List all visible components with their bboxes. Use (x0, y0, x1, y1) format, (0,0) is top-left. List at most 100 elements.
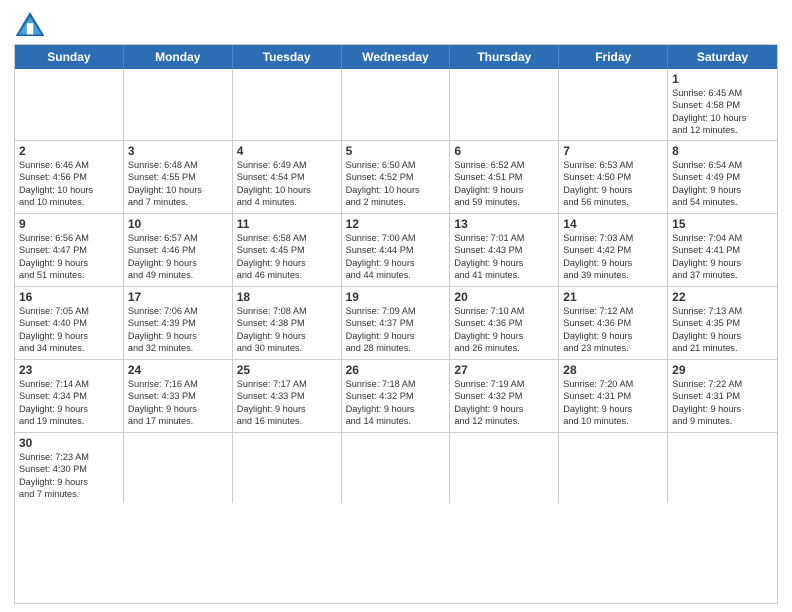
cal-cell: 25Sunrise: 7:17 AM Sunset: 4:33 PM Dayli… (233, 360, 342, 432)
header-sunday: Sunday (15, 45, 124, 69)
week-row-6: 30Sunrise: 7:23 AM Sunset: 4:30 PM Dayli… (15, 432, 777, 504)
cal-cell: 15Sunrise: 7:04 AM Sunset: 4:41 PM Dayli… (668, 214, 777, 286)
cell-info: Sunrise: 6:46 AM Sunset: 4:56 PM Dayligh… (19, 159, 119, 209)
cal-cell: 16Sunrise: 7:05 AM Sunset: 4:40 PM Dayli… (15, 287, 124, 359)
cell-info: Sunrise: 7:04 AM Sunset: 4:41 PM Dayligh… (672, 232, 773, 282)
cell-info: Sunrise: 6:52 AM Sunset: 4:51 PM Dayligh… (454, 159, 554, 209)
cell-info: Sunrise: 6:57 AM Sunset: 4:46 PM Dayligh… (128, 232, 228, 282)
cal-cell (559, 69, 668, 140)
header-friday: Friday (559, 45, 668, 69)
cal-cell: 4Sunrise: 6:49 AM Sunset: 4:54 PM Daylig… (233, 141, 342, 213)
cell-info: Sunrise: 7:10 AM Sunset: 4:36 PM Dayligh… (454, 305, 554, 355)
cell-date: 9 (19, 217, 119, 231)
week-row-2: 2Sunrise: 6:46 AM Sunset: 4:56 PM Daylig… (15, 140, 777, 213)
cell-date: 7 (563, 144, 663, 158)
cell-info: Sunrise: 7:13 AM Sunset: 4:35 PM Dayligh… (672, 305, 773, 355)
cell-info: Sunrise: 7:19 AM Sunset: 4:32 PM Dayligh… (454, 378, 554, 428)
cal-cell (559, 433, 668, 504)
cal-cell: 23Sunrise: 7:14 AM Sunset: 4:34 PM Dayli… (15, 360, 124, 432)
cal-cell: 11Sunrise: 6:58 AM Sunset: 4:45 PM Dayli… (233, 214, 342, 286)
cal-cell: 9Sunrise: 6:56 AM Sunset: 4:47 PM Daylig… (15, 214, 124, 286)
cell-info: Sunrise: 7:09 AM Sunset: 4:37 PM Dayligh… (346, 305, 446, 355)
logo-icon (14, 10, 46, 38)
cal-cell (233, 69, 342, 140)
cell-info: Sunrise: 7:16 AM Sunset: 4:33 PM Dayligh… (128, 378, 228, 428)
cell-info: Sunrise: 7:08 AM Sunset: 4:38 PM Dayligh… (237, 305, 337, 355)
cal-cell: 30Sunrise: 7:23 AM Sunset: 4:30 PM Dayli… (15, 433, 124, 504)
calendar-body: 1Sunrise: 6:45 AM Sunset: 4:58 PM Daylig… (15, 69, 777, 503)
cell-info: Sunrise: 6:48 AM Sunset: 4:55 PM Dayligh… (128, 159, 228, 209)
cell-date: 10 (128, 217, 228, 231)
cell-info: Sunrise: 6:45 AM Sunset: 4:58 PM Dayligh… (672, 87, 773, 137)
cal-cell: 17Sunrise: 7:06 AM Sunset: 4:39 PM Dayli… (124, 287, 233, 359)
cell-info: Sunrise: 6:58 AM Sunset: 4:45 PM Dayligh… (237, 232, 337, 282)
cal-cell (342, 69, 451, 140)
cal-cell: 18Sunrise: 7:08 AM Sunset: 4:38 PM Dayli… (233, 287, 342, 359)
cal-cell: 27Sunrise: 7:19 AM Sunset: 4:32 PM Dayli… (450, 360, 559, 432)
cal-cell: 8Sunrise: 6:54 AM Sunset: 4:49 PM Daylig… (668, 141, 777, 213)
cal-cell: 13Sunrise: 7:01 AM Sunset: 4:43 PM Dayli… (450, 214, 559, 286)
week-row-4: 16Sunrise: 7:05 AM Sunset: 4:40 PM Dayli… (15, 286, 777, 359)
cell-info: Sunrise: 7:05 AM Sunset: 4:40 PM Dayligh… (19, 305, 119, 355)
header-wednesday: Wednesday (342, 45, 451, 69)
cell-date: 24 (128, 363, 228, 377)
logo (14, 10, 50, 38)
cell-date: 25 (237, 363, 337, 377)
cal-cell (15, 69, 124, 140)
cell-date: 28 (563, 363, 663, 377)
cell-date: 11 (237, 217, 337, 231)
cell-date: 14 (563, 217, 663, 231)
cal-cell (342, 433, 451, 504)
cal-cell: 19Sunrise: 7:09 AM Sunset: 4:37 PM Dayli… (342, 287, 451, 359)
cell-date: 4 (237, 144, 337, 158)
cal-cell: 24Sunrise: 7:16 AM Sunset: 4:33 PM Dayli… (124, 360, 233, 432)
header-tuesday: Tuesday (233, 45, 342, 69)
cal-cell: 2Sunrise: 6:46 AM Sunset: 4:56 PM Daylig… (15, 141, 124, 213)
cell-date: 29 (672, 363, 773, 377)
cal-cell: 14Sunrise: 7:03 AM Sunset: 4:42 PM Dayli… (559, 214, 668, 286)
cal-cell: 28Sunrise: 7:20 AM Sunset: 4:31 PM Dayli… (559, 360, 668, 432)
cell-date: 13 (454, 217, 554, 231)
cal-cell (450, 69, 559, 140)
cell-date: 12 (346, 217, 446, 231)
cell-info: Sunrise: 6:54 AM Sunset: 4:49 PM Dayligh… (672, 159, 773, 209)
header-saturday: Saturday (668, 45, 777, 69)
cell-info: Sunrise: 7:18 AM Sunset: 4:32 PM Dayligh… (346, 378, 446, 428)
week-row-3: 9Sunrise: 6:56 AM Sunset: 4:47 PM Daylig… (15, 213, 777, 286)
week-row-1: 1Sunrise: 6:45 AM Sunset: 4:58 PM Daylig… (15, 69, 777, 140)
cal-cell: 21Sunrise: 7:12 AM Sunset: 4:36 PM Dayli… (559, 287, 668, 359)
cell-info: Sunrise: 7:20 AM Sunset: 4:31 PM Dayligh… (563, 378, 663, 428)
cal-cell: 12Sunrise: 7:00 AM Sunset: 4:44 PM Dayli… (342, 214, 451, 286)
cal-cell (233, 433, 342, 504)
cell-date: 17 (128, 290, 228, 304)
cell-date: 5 (346, 144, 446, 158)
cal-cell: 26Sunrise: 7:18 AM Sunset: 4:32 PM Dayli… (342, 360, 451, 432)
header-monday: Monday (124, 45, 233, 69)
cal-cell: 10Sunrise: 6:57 AM Sunset: 4:46 PM Dayli… (124, 214, 233, 286)
cal-cell (450, 433, 559, 504)
cal-cell: 3Sunrise: 6:48 AM Sunset: 4:55 PM Daylig… (124, 141, 233, 213)
top-section (14, 10, 778, 38)
page: Sunday Monday Tuesday Wednesday Thursday… (0, 0, 792, 612)
cell-info: Sunrise: 7:06 AM Sunset: 4:39 PM Dayligh… (128, 305, 228, 355)
cell-info: Sunrise: 6:53 AM Sunset: 4:50 PM Dayligh… (563, 159, 663, 209)
cell-date: 27 (454, 363, 554, 377)
cell-date: 20 (454, 290, 554, 304)
calendar-grid: Sunday Monday Tuesday Wednesday Thursday… (14, 44, 778, 604)
cell-info: Sunrise: 7:17 AM Sunset: 4:33 PM Dayligh… (237, 378, 337, 428)
cal-cell: 1Sunrise: 6:45 AM Sunset: 4:58 PM Daylig… (668, 69, 777, 140)
cell-date: 18 (237, 290, 337, 304)
cell-date: 26 (346, 363, 446, 377)
cal-cell (668, 433, 777, 504)
cal-cell: 7Sunrise: 6:53 AM Sunset: 4:50 PM Daylig… (559, 141, 668, 213)
logo-area (14, 10, 50, 38)
cell-date: 16 (19, 290, 119, 304)
cal-cell (124, 69, 233, 140)
cell-date: 8 (672, 144, 773, 158)
cell-date: 19 (346, 290, 446, 304)
cell-date: 3 (128, 144, 228, 158)
cell-info: Sunrise: 6:49 AM Sunset: 4:54 PM Dayligh… (237, 159, 337, 209)
day-headers: Sunday Monday Tuesday Wednesday Thursday… (15, 45, 777, 69)
cell-info: Sunrise: 6:56 AM Sunset: 4:47 PM Dayligh… (19, 232, 119, 282)
cell-info: Sunrise: 7:22 AM Sunset: 4:31 PM Dayligh… (672, 378, 773, 428)
